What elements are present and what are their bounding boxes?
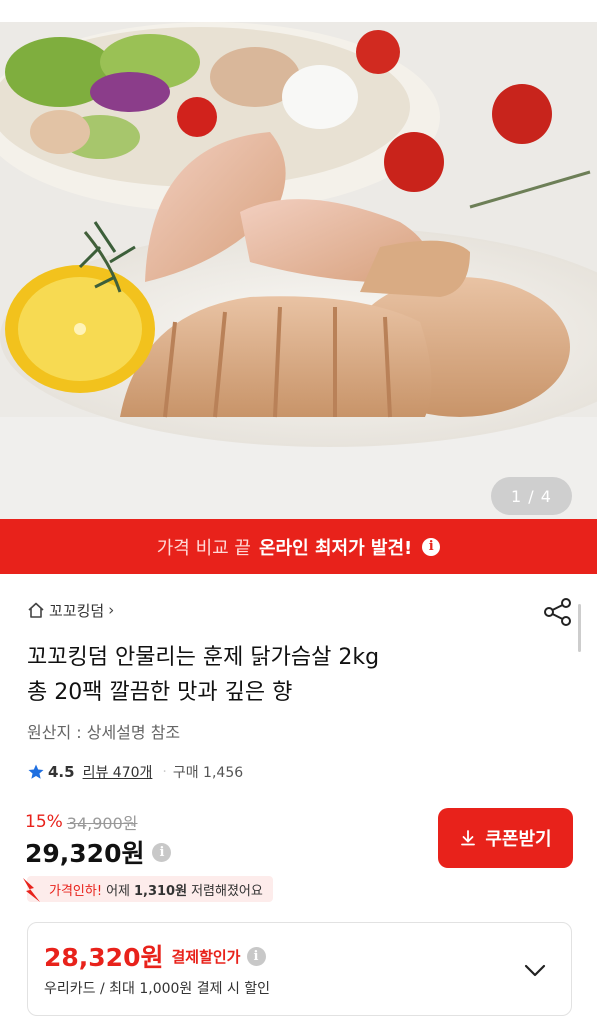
payment-card-detail: 우리카드 / 최대 1,000원 결제 시 할인: [44, 981, 271, 997]
top-status-area: [0, 0, 597, 22]
share-icon[interactable]: [542, 596, 574, 628]
rating-score: 4.5: [48, 763, 75, 781]
chevron-right-icon: ›: [108, 601, 115, 619]
payment-price: 28,320원: [44, 943, 164, 972]
price-drop-tail: 저렴해졌어요: [191, 883, 263, 899]
original-price: 34,900원: [66, 814, 138, 833]
brand-link[interactable]: 꼬꼬킹덤 ›: [27, 598, 114, 622]
price-row: 29,320원 i: [25, 835, 172, 869]
download-icon: [461, 830, 476, 846]
review-count-link[interactable]: 리뷰 470개: [83, 762, 153, 782]
product-title: 꼬꼬킹덤 안물리는 훈제 닭가슴살 2kg 총 20팩 깔끔한 맛과 깊은 향: [27, 640, 547, 710]
payment-label: 결제할인가: [171, 947, 241, 966]
coupon-button-label: 쿠폰받기: [485, 829, 552, 850]
home-icon: [28, 602, 44, 618]
origin-info: 원산지 : 상세설명 참조: [27, 723, 181, 742]
product-title-line1: 꼬꼬킹덤 안물리는 훈제 닭가슴살 2kg: [27, 645, 380, 670]
product-title-line2: 총 20팩 깔끔한 맛과 깊은 향: [27, 680, 293, 705]
image-page-indicator: 1 / 4: [491, 477, 572, 515]
payment-info-icon[interactable]: i: [246, 946, 266, 966]
product-photo: [0, 22, 597, 519]
payment-discount-card[interactable]: 28,320원 결제할인가 i 우리카드 / 최대 1,000원 결제 시 할인: [27, 922, 572, 1016]
price-drop-mid: 어제: [106, 883, 130, 899]
promo-lead-text: 가격 비교 끝: [156, 537, 251, 559]
star-icon: [28, 764, 44, 779]
price-drop-amount: 1,310원: [133, 883, 188, 899]
scrollbar[interactable]: [578, 604, 581, 652]
rating-row: 4.5 리뷰 470개 · 구매 1,456: [27, 760, 243, 784]
price-drop-badge: 가격인하! 어제 1,310원 저렴해졌어요: [23, 876, 273, 902]
discount-row: 15% 34,900원: [25, 811, 138, 833]
purchase-count: 구매 1,456: [172, 765, 244, 781]
info-icon[interactable]: i: [422, 537, 441, 556]
price-down-arrow-icon: [23, 878, 40, 902]
brand-name: 꼬꼬킹덤: [49, 601, 105, 620]
product-image-carousel[interactable]: 1 / 4: [0, 22, 597, 519]
divider: ·: [162, 764, 167, 780]
discount-percent: 15%: [25, 812, 63, 832]
current-price: 29,320원: [25, 839, 145, 868]
price-info-icon[interactable]: i: [152, 842, 172, 862]
chevron-down-icon[interactable]: [523, 961, 547, 981]
coupon-download-button[interactable]: 쿠폰받기: [438, 808, 573, 868]
payment-price-row: 28,320원 결제할인가 i: [44, 941, 266, 972]
price-drop-lead: 가격인하!: [49, 883, 103, 899]
lowest-price-banner[interactable]: 가격 비교 끝 온라인 최저가 발견! i: [0, 519, 597, 574]
promo-highlight-text: 온라인 최저가 발견!: [259, 537, 413, 559]
